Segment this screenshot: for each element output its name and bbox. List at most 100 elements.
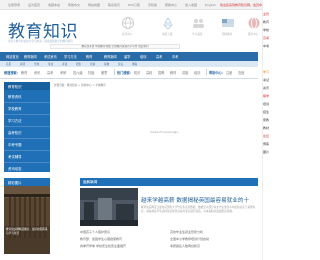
news-list-item[interactable]: 春季开学季 学校安全检查全面展开 [80,244,126,248]
right-link[interactable]: 学校 [263,28,269,32]
right-link[interactable]: 博客 [263,142,269,146]
photo-section-title-text: 精彩图片 [8,181,22,185]
topbar-link[interactable]: RSS订阅 [128,3,140,7]
right-link[interactable]: 学习 [263,70,269,74]
right-link[interactable]: 资讯 [263,86,269,90]
right-link[interactable]: 教育 [263,20,269,24]
nav-icon-label: 学习频道 [192,33,203,36]
topbar-link[interactable]: 设为首页 [28,3,40,7]
filter-item[interactable]: 充值 [238,70,244,75]
topbar-link[interactable]: 联系我们 [108,3,120,7]
nav-item[interactable]: 培训 [140,54,146,59]
sidebar-item[interactable]: 高考知识 [4,127,50,139]
filter-item[interactable]: 培训 [194,70,200,75]
subnav-item[interactable]: 首页 [6,62,11,66]
right-link[interactable]: 高考 [263,36,269,40]
subnav-item[interactable]: 考试 [62,62,67,66]
subnav-item[interactable]: 培训 [90,62,95,66]
right-link[interactable]: 中考 [263,44,269,48]
subnav-item[interactable]: 招生 [76,62,81,66]
filter-label: 热门搜索： [117,71,133,75]
topbar-link[interactable]: 收藏本站 [48,3,60,7]
sidebar-item-label: 学习方法 [8,119,22,123]
nav-item[interactable]: 网站首页 [6,54,19,59]
topbar-link[interactable]: English [205,3,216,7]
topbar-link[interactable]: 帮助中心 [165,3,177,7]
globe-icon[interactable] [246,16,262,30]
filter-item[interactable]: 教育 [21,70,27,75]
nav-item[interactable]: 留学 [124,54,130,59]
news-list-item[interactable]: 教育部：加强学生心理健康教育 [80,237,122,241]
news-list-item[interactable]: 全国中小学教师培训计划启动 [170,237,209,241]
right-link[interactable]: 主管 [263,12,269,16]
right-link[interactable]: 考试 [263,78,269,82]
sidebar-item[interactable]: 中考专题 [4,139,50,151]
topbar-link[interactable]: 手机版 [148,3,157,7]
topbar-link[interactable]: 注册登录 [8,3,20,7]
nav-icon-label: 资源下载 [162,33,173,36]
nav-item[interactable]: 中考 [172,54,178,59]
subnav-item[interactable]: 学校 [34,62,39,66]
photo-section-title: 精彩图片 [4,178,50,186]
news-list-item[interactable]: 考研报名人数再创新高 [170,244,200,248]
filter-item[interactable]: 注册 [226,70,232,75]
globe-icon[interactable] [120,16,136,30]
right-link[interactable]: 家教 [263,118,269,122]
right-link[interactable]: 论坛 [263,134,269,138]
nav-item[interactable]: 学习方法 [64,54,77,59]
nav-item[interactable]: 教育新闻 [104,54,117,59]
filter-item[interactable]: 雅思 [101,70,107,75]
filter-bar: 频道搜索： 教育 资讯 高考 考研 四六级 托福 雅思 热门搜索： 知识 高校 … [0,67,258,79]
flag-icon[interactable] [220,16,236,30]
nav-item[interactable]: 教育 [86,54,92,59]
filter-item[interactable]: 知识 [134,70,140,75]
right-link[interactable]: 招生 [263,110,269,114]
right-link[interactable]: 图片 [263,150,269,154]
subnav-item[interactable]: 专业 [48,62,53,66]
sidebar-title: 教育知识 [4,82,50,90]
news-image[interactable] [80,188,138,226]
topbar-link[interactable]: 网站地图 [88,3,100,7]
people-icon[interactable] [190,16,206,30]
filter-item[interactable]: 考研 [60,70,66,75]
filter-item[interactable]: 招聘 [158,70,164,75]
nav-item[interactable]: 考试资讯 [44,54,57,59]
subnav-item[interactable]: 资讯 [20,62,25,66]
filter-item[interactable]: 讲座 [182,70,188,75]
subnav-item[interactable]: 博客 [132,62,137,66]
more-link[interactable]: 更多>> [83,180,254,184]
sidebar-item[interactable]: 学习方法 [4,115,50,127]
recycle-icon[interactable] [160,16,176,30]
sidebar-item[interactable]: 考试辅导 [4,151,50,163]
sidebar-title-text: 教育知识 [8,85,22,89]
sidebar-item-label: 教育资讯 [8,95,22,99]
filter-item[interactable]: 资讯 [34,70,40,75]
topbar-welcome[interactable]: 欢迎您来到教育知识网，会员中心 [220,3,265,7]
sidebar-item[interactable]: 教育资讯 [4,91,50,103]
right-link[interactable]: 教材 [263,126,269,130]
sidebar-item[interactable]: 学校教育 [4,103,50,115]
filter-item[interactable]: 高考 [47,70,53,75]
filter-label: 频道搜索： [4,71,20,75]
news-list-item[interactable]: 高校毕业生就业形势分析 [170,230,203,234]
topbar-link[interactable]: 繁體中文 [68,3,80,7]
nav-item[interactable]: 高考 [156,54,162,59]
filter-item[interactable]: 四六级 [73,70,83,75]
sidebar-item-label: 考试辅导 [8,155,22,159]
sidebar-item[interactable]: 资讯动态 [4,163,50,172]
topbar-link[interactable]: 加入收藏 [185,3,197,7]
filter-item[interactable]: 托福 [88,70,94,75]
news-headline[interactable]: 越来学越高薪 数据揭秘英国最容易就业的十 [141,196,249,204]
filter-item[interactable]: 教材 [170,70,176,75]
sidebar-item-label: 资讯动态 [8,167,22,171]
news-list-item[interactable]: 中国孩子个人保护意识 [80,230,110,234]
subnav-item[interactable]: 论坛 [118,62,123,66]
subnav-item[interactable]: 家教 [104,62,109,66]
photo-image[interactable] [4,178,50,254]
main-nav: 网站首页 教育新闻 考试资讯 学习方法 教育 教育新闻 留学 培训 高考 中考 [0,52,258,61]
nav-item[interactable]: 教育新闻 [24,54,37,59]
right-link[interactable]: 培训 [263,102,269,106]
filter-item[interactable]: 高校 [146,70,152,75]
photo-caption: 教育知识网精选图片，展示校园风采与学习生活 [6,228,48,235]
right-link[interactable]: 留学 [263,94,269,98]
